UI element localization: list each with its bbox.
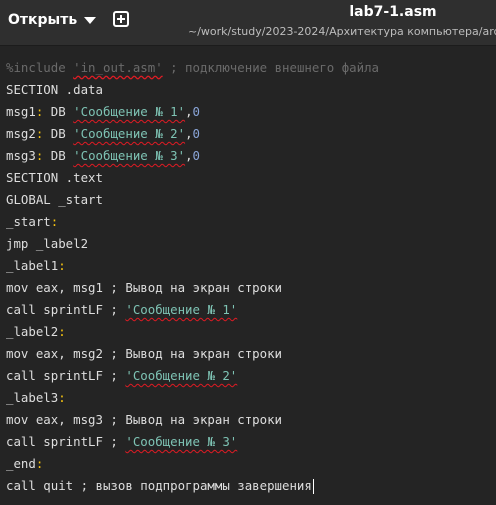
code-token: 'Сообщение № 3' bbox=[125, 434, 238, 449]
code-line[interactable]: _label1: bbox=[6, 255, 379, 277]
file-path: ~/work/study/2023-2024/Архитектура компь… bbox=[188, 25, 496, 38]
code-line[interactable]: msg2: DB 'Сообщение № 2',0 bbox=[6, 123, 379, 145]
code-line[interactable]: mov eax, msg2 ; Вывод на экран строки bbox=[6, 343, 379, 365]
new-tab-icon[interactable] bbox=[113, 11, 129, 27]
window-title: lab7-1.asm bbox=[349, 4, 437, 20]
code-token: msg3 bbox=[6, 148, 36, 163]
code-token: mov eax, msg1 ; Вывод на экран строки bbox=[6, 280, 283, 295]
code-line[interactable]: mov eax, msg1 ; Вывод на экран строки bbox=[6, 277, 379, 299]
code-token: 0 bbox=[192, 148, 200, 163]
code-token: : bbox=[58, 390, 66, 405]
code-line[interactable]: mov eax, msg3 ; Вывод на экран строки bbox=[6, 409, 379, 431]
code-line[interactable]: msg3: DB 'Сообщение № 3',0 bbox=[6, 145, 379, 167]
code-token: _start bbox=[6, 214, 51, 229]
code-token: 'Сообщение № 2' bbox=[125, 368, 238, 383]
code-line[interactable]: call quit ; вызов подпрограммы завершени… bbox=[6, 475, 379, 497]
code-token: , bbox=[185, 148, 193, 163]
code-token: : bbox=[50, 214, 59, 229]
open-button-label: Открыть bbox=[8, 12, 78, 28]
code-line[interactable]: GLOBAL _start bbox=[6, 189, 379, 211]
code-line[interactable]: %include 'in_out.asm' ; подключение внеш… bbox=[6, 57, 379, 79]
code-line[interactable]: _start: bbox=[6, 211, 379, 233]
code-line[interactable]: call sprintLF ; 'Сообщение № 2' bbox=[6, 365, 379, 387]
code-token: , bbox=[185, 104, 193, 119]
code-token: mov eax, msg2 ; Вывод на экран строки bbox=[6, 346, 283, 361]
code-token: GLOBAL _start bbox=[6, 192, 103, 207]
code-token: DB bbox=[43, 126, 74, 141]
code-line[interactable]: msg1: DB 'Сообщение № 1',0 bbox=[6, 101, 379, 123]
code-token: _label1 bbox=[6, 258, 59, 273]
code-token: _label2 bbox=[6, 324, 59, 339]
code-line[interactable]: call sprintLF ; 'Сообщение № 1' bbox=[6, 299, 379, 321]
code-token: %include bbox=[6, 60, 74, 75]
code-token: 'Сообщение № 2' bbox=[73, 126, 186, 141]
code-token: , bbox=[185, 126, 193, 141]
code-token: ; подключение внешнего файла bbox=[162, 60, 380, 75]
code-line[interactable]: call sprintLF ; 'Сообщение № 3' bbox=[6, 431, 379, 453]
code-token: 0 bbox=[192, 104, 200, 119]
code-line[interactable]: jmp _label2 bbox=[6, 233, 379, 255]
code-line[interactable]: SECTION .data bbox=[6, 79, 379, 101]
code-token: 'Сообщение № 1' bbox=[125, 302, 238, 317]
text-editor[interactable]: %include 'in_out.asm' ; подключение внеш… bbox=[0, 47, 496, 505]
code-token: jmp _label2 bbox=[6, 236, 89, 251]
code-area[interactable]: %include 'in_out.asm' ; подключение внеш… bbox=[6, 57, 379, 497]
text-cursor bbox=[312, 479, 314, 494]
code-token: SECTION .text bbox=[6, 170, 103, 185]
code-token: call sprintLF ; bbox=[6, 434, 126, 449]
code-token: call sprintLF ; bbox=[6, 368, 126, 383]
open-button[interactable]: Открыть bbox=[8, 9, 97, 31]
code-token: : bbox=[58, 324, 66, 339]
code-token: 'in_out.asm' bbox=[73, 60, 163, 75]
code-line[interactable]: SECTION .text bbox=[6, 167, 379, 189]
header-bar: Открыть lab7-1.asm ~/work/study/2023-202… bbox=[0, 0, 496, 46]
code-token: 'Сообщение № 3' bbox=[73, 148, 186, 163]
code-token: SECTION .data bbox=[6, 82, 103, 97]
code-line[interactable]: _end: bbox=[6, 453, 379, 475]
code-token: msg2 bbox=[6, 126, 36, 141]
code-token: DB bbox=[43, 104, 74, 119]
code-token: call quit ; вызов подпрограммы завершени… bbox=[6, 478, 312, 493]
code-token: 0 bbox=[192, 126, 200, 141]
chevron-down-icon bbox=[84, 17, 97, 24]
code-token: : bbox=[58, 258, 66, 273]
code-token: msg1 bbox=[6, 104, 36, 119]
code-token: 'Сообщение № 1' bbox=[73, 104, 186, 119]
code-token: _label3 bbox=[6, 390, 59, 405]
code-token: : bbox=[35, 456, 44, 471]
code-token: call sprintLF ; bbox=[6, 302, 126, 317]
code-token: DB bbox=[43, 148, 74, 163]
code-line[interactable]: _label3: bbox=[6, 387, 379, 409]
code-line[interactable]: _label2: bbox=[6, 321, 379, 343]
code-token: mov eax, msg3 ; Вывод на экран строки bbox=[6, 412, 283, 427]
code-token: _end bbox=[6, 456, 36, 471]
